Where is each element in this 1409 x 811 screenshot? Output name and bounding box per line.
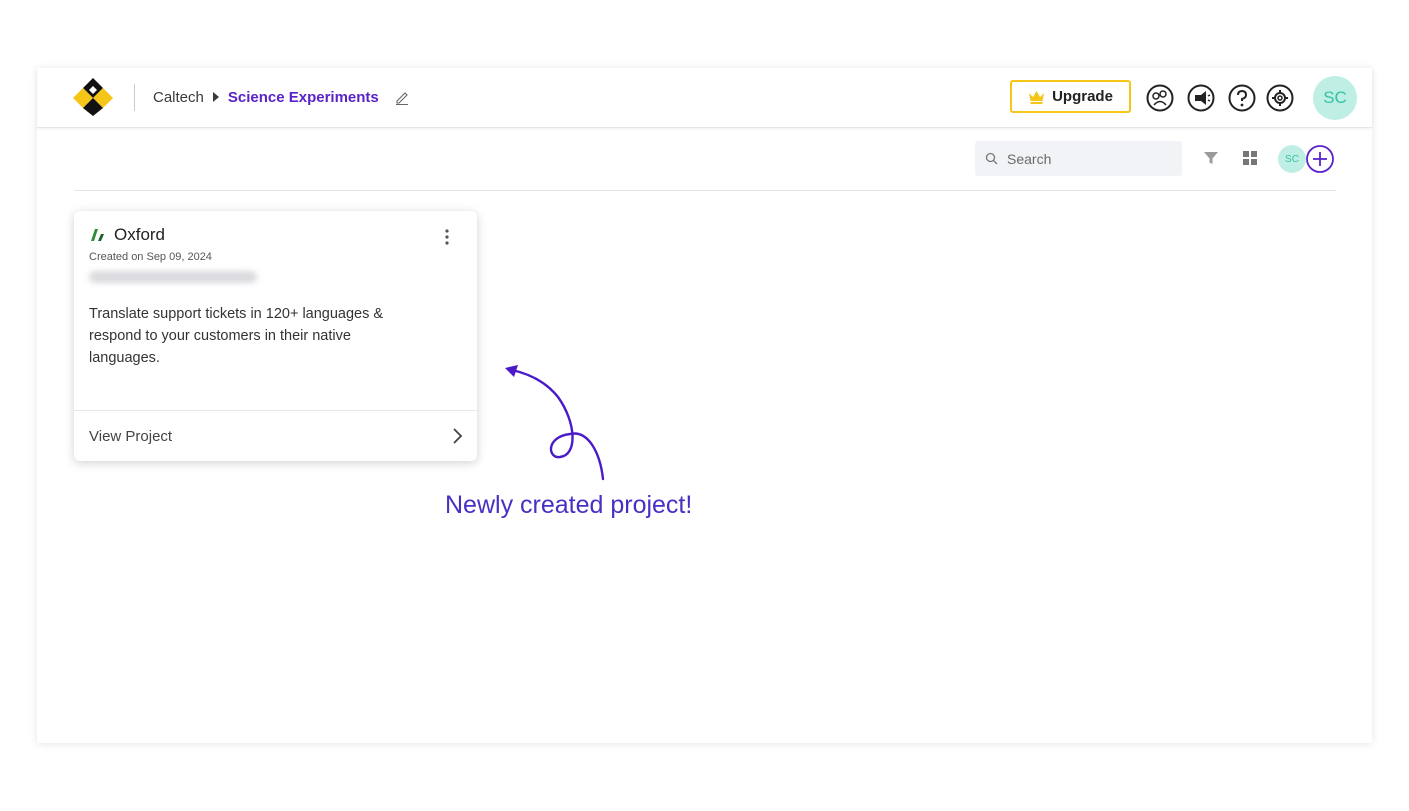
more-options-icon[interactable] (439, 227, 455, 247)
breadcrumb: Caltech Science Experiments (153, 87, 410, 107)
view-project-link[interactable]: View Project (74, 411, 477, 461)
app-window: Caltech Science Experiments Upgrade SC S… (37, 68, 1372, 743)
upgrade-button[interactable]: Upgrade (1010, 80, 1131, 113)
crown-icon (1029, 90, 1045, 104)
content-divider (74, 190, 1336, 191)
search-input[interactable] (1005, 149, 1179, 168)
view-project-label: View Project (89, 427, 173, 445)
community-icon[interactable] (1145, 83, 1175, 113)
settings-icon[interactable] (1265, 83, 1295, 113)
filter-icon[interactable] (1203, 150, 1219, 166)
top-navigation-bar: Caltech Science Experiments Upgrade SC (37, 68, 1372, 128)
search-box[interactable] (975, 141, 1182, 176)
project-toolbar: SC (37, 128, 1372, 190)
card-header: Oxford (89, 225, 165, 245)
project-card[interactable]: Oxford Created on Sep 09, 2024 Translate… (74, 211, 477, 461)
brand-icon (91, 229, 104, 241)
card-description: Translate support tickets in 120+ langua… (89, 306, 384, 366)
breadcrumb-project[interactable]: Science Experiments (228, 89, 379, 106)
breadcrumb-org[interactable]: Caltech (153, 89, 204, 106)
caret-right-icon (212, 92, 219, 102)
upgrade-label: Upgrade (1052, 88, 1113, 105)
annotation-arrow (505, 365, 605, 481)
redacted-owner-info (89, 271, 257, 283)
announcement-icon[interactable] (1186, 83, 1216, 113)
grid-view-icon[interactable] (1242, 150, 1258, 166)
chevron-right-icon (453, 428, 463, 444)
add-member-icon[interactable] (1305, 144, 1335, 174)
card-created-date: Created on Sep 09, 2024 (89, 251, 212, 263)
user-avatar[interactable]: SC (1313, 76, 1357, 120)
header-divider (134, 84, 135, 111)
search-icon (985, 152, 998, 165)
edit-pencil-icon[interactable] (394, 89, 410, 105)
help-icon[interactable] (1227, 83, 1257, 113)
card-title[interactable]: Oxford (114, 225, 165, 245)
app-logo-icon[interactable] (72, 76, 114, 118)
member-avatar[interactable]: SC (1278, 145, 1306, 173)
annotation-text: Newly created project! (445, 491, 693, 519)
